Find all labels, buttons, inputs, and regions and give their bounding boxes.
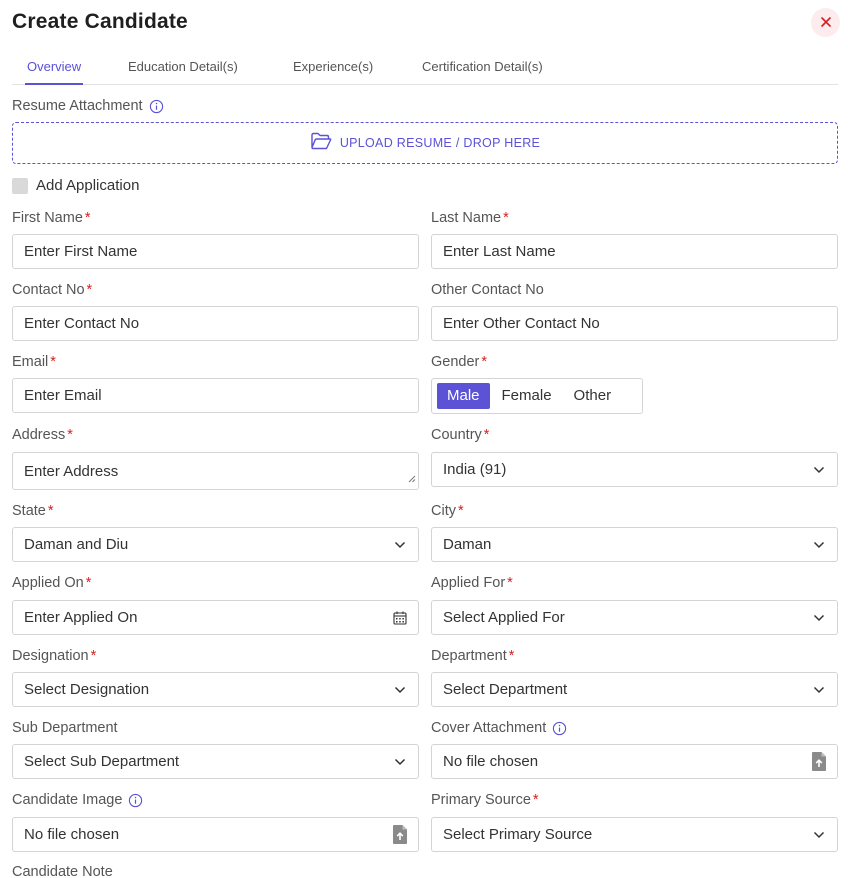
cover-attachment-label: Cover Attachment	[431, 720, 567, 736]
chevron-down-icon	[801, 614, 837, 622]
resume-upload-dropzone[interactable]: UPLOAD RESUME / DROP HERE	[12, 122, 838, 164]
candidate-image-file-input[interactable]: No file chosen	[12, 817, 419, 852]
chevron-down-icon	[382, 686, 418, 694]
primary-source-select[interactable]: Select Primary Source	[431, 817, 838, 852]
chevron-down-icon	[801, 541, 837, 549]
sub-department-select[interactable]: Select Sub Department	[12, 744, 419, 779]
page-title: Create Candidate	[12, 10, 188, 33]
gender-selector: Male Female Other	[431, 378, 643, 414]
chevron-down-icon	[801, 831, 837, 839]
applied-for-label: Applied For *	[431, 575, 513, 591]
tab-overview[interactable]: Overview	[24, 52, 84, 85]
primary-source-label: Primary Source *	[431, 792, 539, 808]
last-name-label: Last Name *	[431, 210, 509, 226]
close-button[interactable]	[811, 8, 840, 37]
file-upload-icon[interactable]	[801, 751, 837, 772]
gender-option-other[interactable]: Other	[564, 383, 622, 409]
resume-attachment-label: Resume Attachment	[12, 98, 164, 114]
tab-experiences[interactable]: Experience(s)	[293, 52, 373, 84]
department-label: Department *	[431, 648, 515, 664]
chevron-down-icon	[382, 541, 418, 549]
candidate-image-label: Candidate Image	[12, 792, 143, 808]
email-label: Email *	[12, 354, 56, 370]
other-contact-no-input[interactable]: Enter Other Contact No	[431, 306, 838, 341]
address-textarea[interactable]: Enter Address	[12, 452, 419, 490]
designation-select[interactable]: Select Designation	[12, 672, 419, 707]
chevron-down-icon	[801, 686, 837, 694]
country-label: Country *	[431, 427, 490, 443]
designation-label: Designation *	[12, 648, 97, 664]
add-application-checkbox[interactable]	[12, 177, 28, 194]
contact-no-input[interactable]: Enter Contact No	[12, 306, 419, 341]
first-name-label: First Name *	[12, 210, 91, 226]
gender-option-female[interactable]: Female	[492, 383, 562, 409]
other-contact-no-label: Other Contact No	[431, 282, 544, 298]
upload-resume-text: UPLOAD RESUME / DROP HERE	[339, 136, 541, 150]
tab-bar: Overview Education Detail(s) Experience(…	[12, 52, 838, 85]
info-icon[interactable]	[552, 721, 567, 736]
add-application-row: Add Application	[12, 177, 139, 194]
applied-on-label: Applied On *	[12, 575, 92, 591]
tab-certification-details[interactable]: Certification Detail(s)	[422, 52, 543, 84]
first-name-input[interactable]: Enter First Name	[12, 234, 419, 269]
modal-header: Create Candidate	[0, 0, 848, 46]
resize-handle-icon[interactable]	[408, 470, 416, 487]
state-label: State *	[12, 503, 54, 519]
sub-department-label: Sub Department	[12, 720, 118, 736]
folder-open-icon	[310, 132, 332, 155]
city-select[interactable]: Daman	[431, 527, 838, 562]
cover-attachment-file-input[interactable]: No file chosen	[431, 744, 838, 779]
chevron-down-icon	[382, 758, 418, 766]
tab-education-details[interactable]: Education Detail(s)	[128, 52, 238, 84]
contact-no-label: Contact No *	[12, 282, 93, 298]
info-icon[interactable]	[149, 99, 164, 114]
chevron-down-icon	[801, 466, 837, 474]
file-upload-icon[interactable]	[382, 824, 418, 845]
applied-on-input[interactable]: Enter Applied On	[12, 600, 419, 635]
state-select[interactable]: Daman and Diu	[12, 527, 419, 562]
gender-option-male[interactable]: Male	[437, 383, 490, 409]
last-name-input[interactable]: Enter Last Name	[431, 234, 838, 269]
candidate-note-label: Candidate Note	[12, 864, 113, 878]
info-icon[interactable]	[128, 793, 143, 808]
email-input[interactable]: Enter Email	[12, 378, 419, 413]
close-icon	[820, 14, 831, 32]
calendar-icon[interactable]	[382, 611, 418, 625]
address-label: Address *	[12, 427, 73, 443]
applied-for-select[interactable]: Select Applied For	[431, 600, 838, 635]
country-select[interactable]: India (91)	[431, 452, 838, 487]
gender-label: Gender *	[431, 354, 488, 370]
add-application-label: Add Application	[36, 177, 140, 194]
department-select[interactable]: Select Department	[431, 672, 838, 707]
city-label: City *	[431, 503, 464, 519]
